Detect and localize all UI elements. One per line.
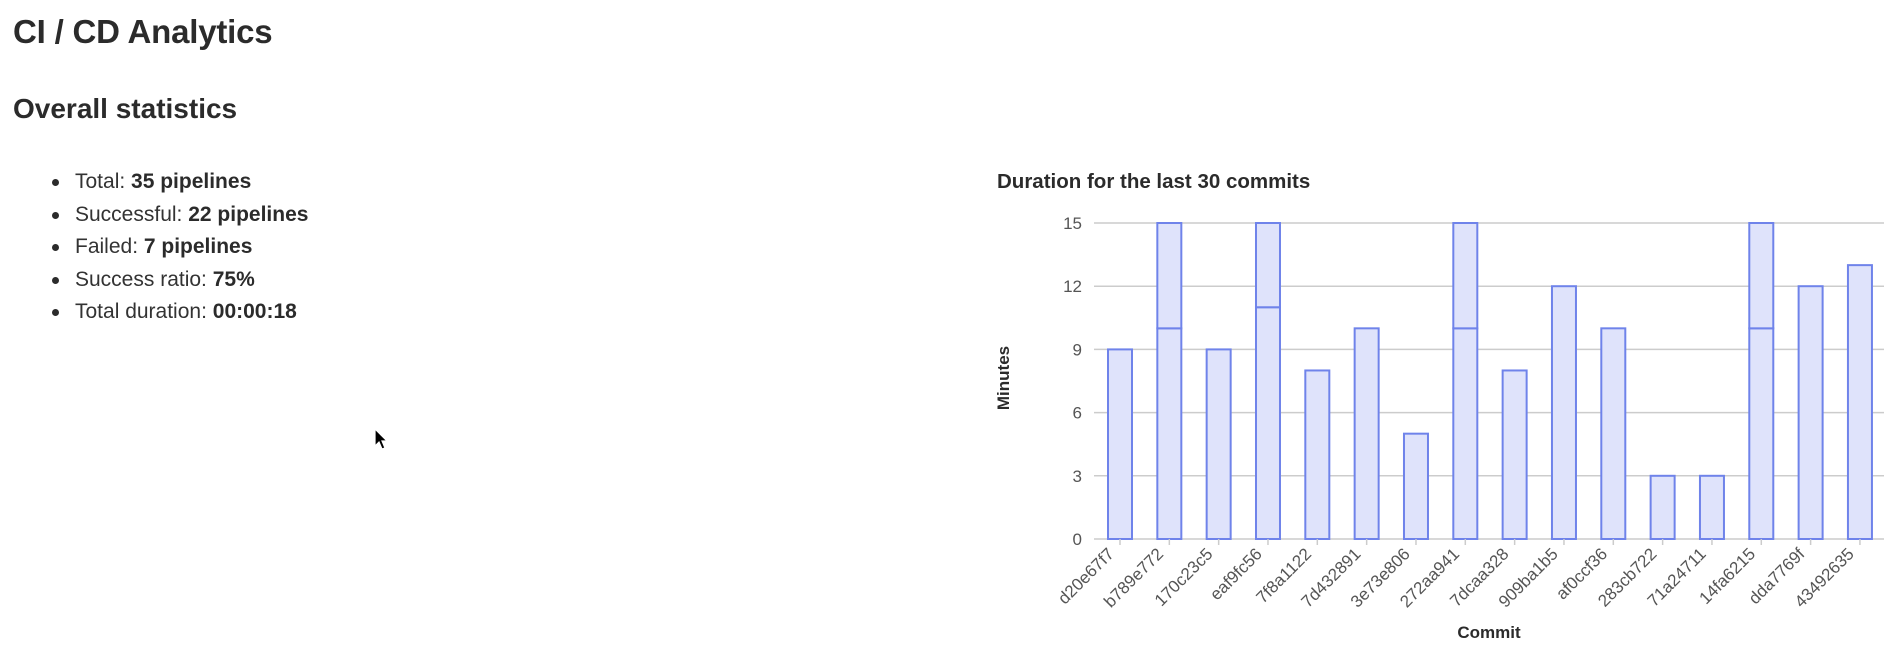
y-tick-label: 3 [1073, 467, 1082, 486]
bar-dda7769f-segment-1 [1797, 285, 1824, 541]
bars [1107, 222, 1873, 541]
mouse-cursor-icon [374, 428, 389, 450]
bar-272aa941-segment-2 [1452, 222, 1479, 330]
x-axis-title: Commit [1457, 623, 1521, 642]
bar-af0ccf36-segment-1 [1600, 327, 1627, 541]
y-axis-title: Minutes [994, 346, 1013, 410]
bar-7dcaa328-segment-1 [1501, 369, 1528, 541]
bar-b789e772-segment-1 [1156, 327, 1183, 541]
y-tick-label: 15 [1063, 214, 1082, 233]
bar-43492635-segment-1 [1846, 264, 1873, 540]
y-tick-label: 9 [1073, 340, 1082, 359]
bar-283cb722-segment-1 [1649, 474, 1676, 540]
bar-7d432891-segment-1 [1353, 327, 1380, 541]
bar-eaf9fc56-segment-1 [1254, 306, 1281, 540]
bar-b789e772-segment-2 [1156, 222, 1183, 330]
y-tick-label: 0 [1073, 530, 1082, 549]
bar-eaf9fc56-segment-2 [1254, 222, 1281, 309]
bar-3e73e806-segment-1 [1402, 432, 1429, 540]
x-axis-ticks: d20e67f7b789e772170c23c5eaf9fc567f8a1122… [1054, 539, 1861, 611]
y-axis-ticks: 0 3 6 9 12 15 [1063, 214, 1082, 549]
bar-71a24711-segment-1 [1698, 474, 1725, 540]
bar-14fa6215-segment-1 [1748, 327, 1775, 541]
bar-170c23c5-segment-1 [1205, 348, 1232, 540]
bar-7f8a1122-segment-1 [1304, 369, 1331, 541]
y-tick-label: 6 [1073, 404, 1082, 423]
y-tick-label: 12 [1063, 277, 1082, 296]
bar-909ba1b5-segment-1 [1550, 285, 1577, 541]
duration-bar-chart: 0 3 6 9 12 15 d20e67f7b789e772170c23c5eaf9fc5… [994, 214, 1884, 642]
bar-d20e67f7-segment-1 [1107, 348, 1133, 540]
bar-14fa6215-segment-2 [1748, 222, 1775, 330]
bar-272aa941-segment-1 [1452, 327, 1479, 541]
